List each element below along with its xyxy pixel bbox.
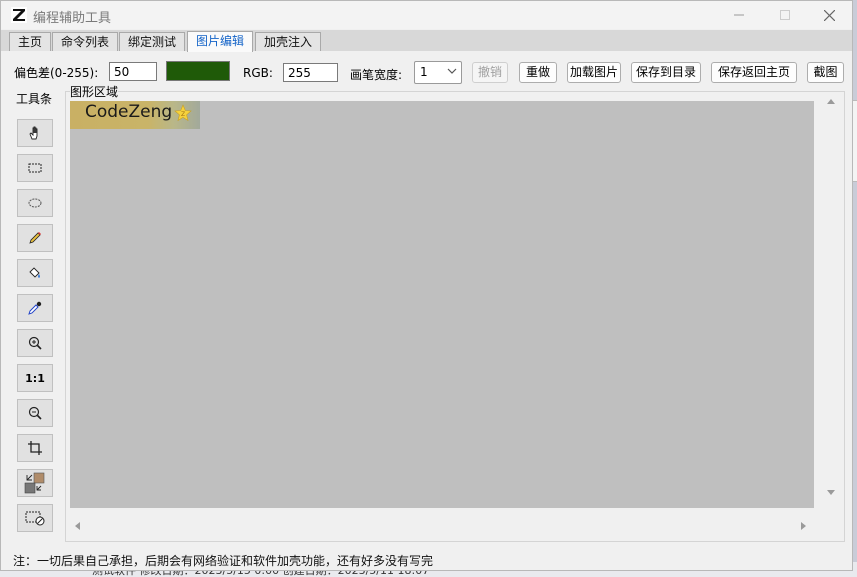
screenshot-button[interactable]: 截图: [807, 62, 844, 83]
lasso-select-tool-button[interactable]: [17, 189, 53, 217]
tab-packer-inject[interactable]: 加壳注入: [255, 32, 322, 51]
hand-icon: [29, 126, 38, 140]
horizontal-scrollbar[interactable]: [69, 518, 815, 534]
crop-tool-button[interactable]: [17, 434, 53, 462]
app-logo-icon: [11, 7, 27, 23]
scroll-down-icon[interactable]: [826, 489, 836, 497]
tab-home[interactable]: 主页: [9, 32, 52, 51]
tolerance-input[interactable]: [109, 62, 157, 81]
star-icon: Z: [174, 104, 192, 122]
close-icon: [823, 9, 835, 21]
hand-tool-button[interactable]: [17, 119, 53, 147]
zoom-out-icon: [28, 406, 42, 420]
minimize-icon: [734, 14, 744, 16]
title-bar: 编程辅助工具: [1, 1, 852, 29]
color-swatch[interactable]: [166, 61, 230, 81]
actual-size-tool-button[interactable]: 1:1: [17, 364, 53, 392]
clear-selection-tool-button[interactable]: [17, 504, 53, 532]
toolbox-title: 工具条: [16, 90, 53, 107]
app-window: 编程辅助工具 主页 命令列表 绑定测试 图片编辑 加壳注入 偏色差(0-255)…: [0, 0, 853, 571]
rgb-label: RGB:: [243, 66, 273, 80]
swap-colors-icon: [24, 472, 45, 494]
vertical-scrollbar[interactable]: [822, 93, 840, 503]
eyedropper-tool-button[interactable]: [17, 294, 53, 322]
chevron-down-icon: [447, 68, 457, 74]
maximize-icon: [780, 10, 790, 20]
scroll-up-icon[interactable]: [826, 97, 836, 105]
close-button[interactable]: [806, 1, 852, 29]
load-image-button[interactable]: 加载图片: [567, 62, 621, 83]
redo-button[interactable]: 重做: [519, 62, 557, 83]
minimize-button[interactable]: [716, 1, 762, 29]
tab-command-list[interactable]: 命令列表: [52, 32, 119, 51]
crop-icon: [28, 441, 42, 455]
svg-text:Z: Z: [181, 111, 185, 118]
eyedropper-icon: [28, 301, 42, 315]
tolerance-label: 偏色差(0-255):: [14, 66, 99, 80]
swap-colors-tool-button[interactable]: [17, 469, 53, 497]
clear-selection-icon: [25, 511, 45, 526]
pencil-icon: [29, 232, 41, 244]
tab-bar: 主页 命令列表 绑定测试 图片编辑 加壳注入: [1, 30, 852, 52]
rgb-input[interactable]: [283, 63, 338, 82]
background-window-edge: [853, 100, 857, 182]
scroll-left-icon[interactable]: [73, 521, 81, 531]
status-note: 注：一切后果自己承担，后期会有网络验证和软件加壳功能，还有好多没有写完: [13, 554, 434, 568]
scroll-right-icon[interactable]: [800, 521, 808, 531]
rect-select-tool-button[interactable]: [17, 154, 53, 182]
rect-select-icon: [28, 163, 42, 173]
pen-width-label: 画笔宽度:: [350, 68, 403, 82]
fill-tool-button[interactable]: [17, 259, 53, 287]
lasso-select-icon: [28, 198, 42, 208]
undo-button[interactable]: 撤销: [472, 62, 508, 83]
pen-width-value: 1: [420, 65, 428, 79]
save-return-home-button[interactable]: 保存返回主页: [711, 62, 797, 83]
save-to-dir-button[interactable]: 保存到目录: [631, 62, 701, 83]
maximize-button[interactable]: [762, 1, 808, 29]
pencil-tool-button[interactable]: [17, 224, 53, 252]
canvas-title: 图形区域: [70, 83, 119, 100]
tab-image-edit[interactable]: 图片编辑: [187, 31, 254, 52]
image-canvas[interactable]: [70, 101, 814, 508]
zoom-out-tool-button[interactable]: [17, 399, 53, 427]
zoom-in-tool-button[interactable]: [17, 329, 53, 357]
loaded-image-text: CodeZeng: [85, 102, 173, 122]
fill-bucket-icon: [29, 267, 40, 278]
tab-binding-test[interactable]: 绑定测试: [119, 32, 186, 51]
zoom-in-icon: [28, 336, 42, 350]
window-title: 编程辅助工具: [33, 11, 112, 26]
pen-width-select[interactable]: 1: [414, 61, 462, 84]
loaded-image: CodeZeng Z: [70, 101, 200, 129]
